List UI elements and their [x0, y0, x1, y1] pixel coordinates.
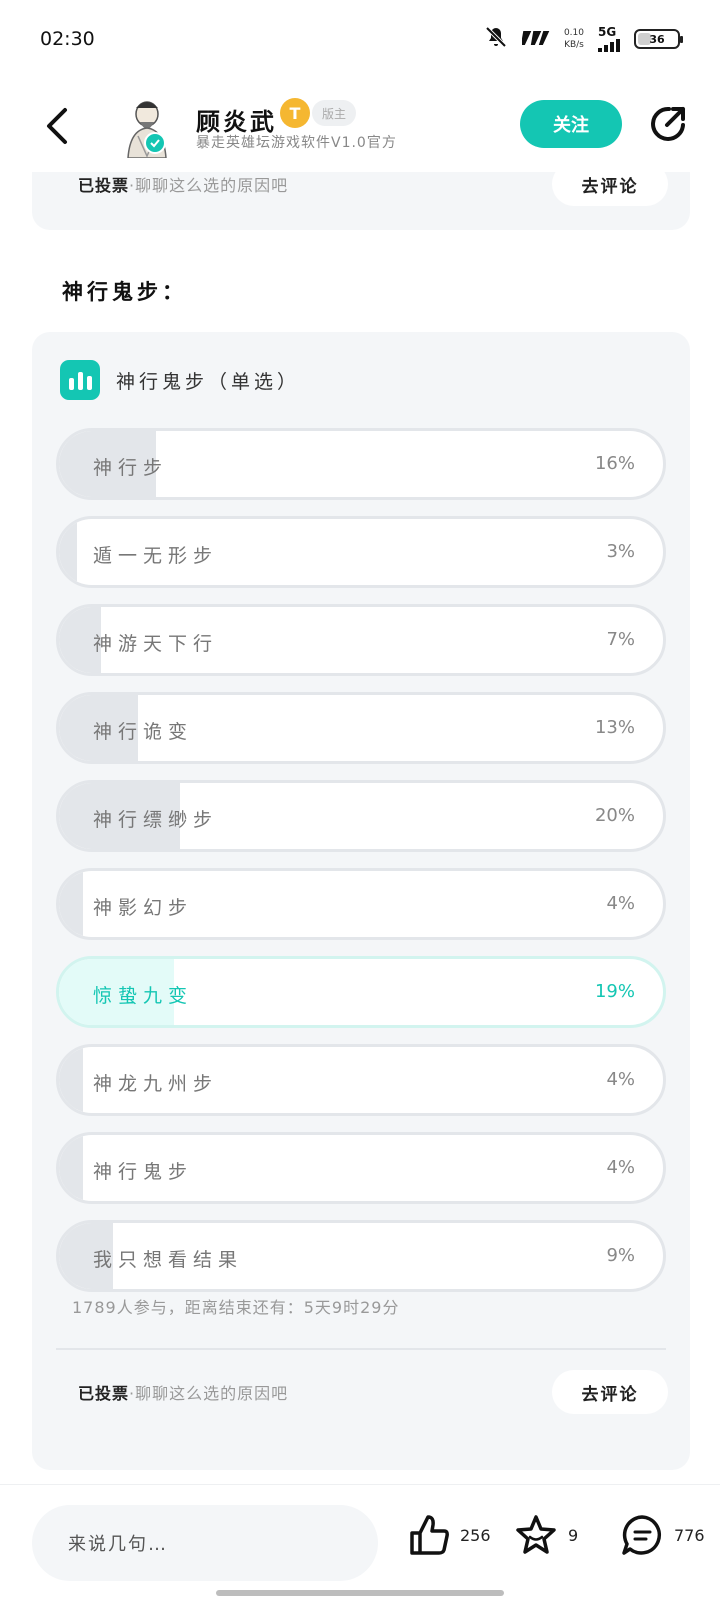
section-title: 神行鬼步： [62, 280, 187, 304]
net-speed-value: 0.10 [563, 28, 584, 38]
poll-option-percent: 7% [606, 629, 635, 650]
poll-options: 神行步 16% 遁一无形步 3% 神游天下行 7% 神行诡变 13% 神行缥缈步 20% 神影幻步 4… [56, 428, 666, 1308]
home-indicator [216, 1590, 504, 1596]
status-icons: 0.10 KB/s 5G 36 [484, 25, 683, 53]
poll-option-percent: 4% [606, 1157, 635, 1178]
divider [56, 1348, 666, 1350]
poll-option-percent: 4% [606, 893, 635, 914]
poll-option-label: 神龙九州步 [93, 1073, 219, 1095]
net-speed: 0.10 KB/s [564, 27, 584, 51]
like-count: 256 [460, 1525, 491, 1545]
status-bar: 02:30 0.10 KB/s 5G 36 [0, 0, 720, 78]
poll-option-percent: 3% [606, 541, 635, 562]
poll-option-label: 神行鬼步 [93, 1161, 194, 1183]
share-icon [651, 106, 685, 141]
poll-stats: 1789人参与，距离结束还有：5天9时29分 [72, 1298, 400, 1317]
go-comment-button[interactable]: 去评论 [552, 1370, 668, 1414]
battery-icon: 36 [634, 29, 683, 49]
back-button[interactable] [36, 102, 76, 150]
poll-option-label: 惊蛰九变 [93, 985, 194, 1007]
voted-suffix: ·聊聊这么选的原因吧 [129, 1384, 289, 1403]
favorite-button[interactable]: 9 [514, 1513, 578, 1557]
poll-option[interactable]: 神行诡变 13% [56, 692, 666, 764]
voted-prefix: 已投票 [78, 1384, 130, 1403]
favorite-count: 9 [568, 1525, 579, 1545]
comment-input[interactable]: 来说几句… [32, 1505, 378, 1581]
mute-icon [484, 25, 508, 53]
poll-chart-icon [60, 360, 100, 400]
vote-footer: 已投票·聊聊这么选的原因吧 去评论 [78, 1370, 668, 1414]
star-icon [516, 1515, 556, 1554]
comment-count: 776 [674, 1525, 705, 1545]
poll-option[interactable]: 我只想看结果 9% [56, 1220, 666, 1292]
voted-note: 已投票·聊聊这么选的原因吧 [78, 172, 288, 196]
network-indicator: 5G [598, 26, 620, 52]
poll-option[interactable]: 惊蛰九变 19% [56, 956, 666, 1028]
app-logo-icon [520, 27, 550, 51]
battery-level: 36 [649, 32, 665, 46]
poll-card: 神行鬼步（单选） 神行步 16% 遁一无形步 3% 神游天下行 7% 神行诡变 13% 神行缥缈… [32, 332, 690, 1470]
follow-button[interactable]: 关注 [520, 100, 622, 148]
poll-option[interactable]: 神行步 16% [56, 428, 666, 500]
signal-icon [598, 38, 620, 52]
poll-option[interactable]: 神行鬼步 4% [56, 1132, 666, 1204]
poll-option-label: 神行步 [93, 457, 169, 479]
poll-option-percent: 4% [606, 1069, 635, 1090]
poll-option-percent: 16% [594, 453, 635, 474]
voted-note: 已投票·聊聊这么选的原因吧 [78, 1380, 288, 1404]
poll-option-label: 神游天下行 [93, 633, 219, 655]
voted-prefix: 已投票 [78, 176, 130, 195]
comment-button[interactable]: 776 [620, 1513, 705, 1557]
poll-option-fill [59, 1135, 84, 1201]
poll-option[interactable]: 遁一无形步 3% [56, 516, 666, 588]
post-header: 顾炎武 T 版主 暴走英雄坛游戏软件V1.0官方 关注 [0, 84, 720, 172]
level-badge: T [280, 98, 310, 128]
post-detail-page: 02:30 0.10 KB/s 5G 36 已投票·聊聊这么选的原因吧 去评论 … [0, 0, 720, 1600]
verified-badge-icon [144, 132, 166, 154]
poll-option-percent: 19% [594, 981, 635, 1002]
poll-option[interactable]: 神游天下行 7% [56, 604, 666, 676]
poll-option[interactable]: 神龙九州步 4% [56, 1044, 666, 1116]
poll-option-percent: 9% [606, 1245, 635, 1266]
poll-option-label: 我只想看结果 [93, 1249, 244, 1271]
poll-option-label: 神行缥缈步 [93, 809, 219, 831]
moderator-tag: 版主 [312, 100, 357, 126]
status-time: 02:30 [40, 28, 95, 50]
poll-option-fill [59, 519, 78, 585]
net-speed-unit: KB/s [564, 40, 584, 50]
poll-option[interactable]: 神影幻步 4% [56, 868, 666, 940]
poll-option-percent: 13% [594, 717, 635, 738]
user-description: 暴走英雄坛游戏软件V1.0官方 [196, 135, 397, 151]
share-button[interactable] [646, 102, 690, 146]
poll-option-label: 神影幻步 [93, 897, 194, 919]
poll-option-fill [59, 871, 84, 937]
network-type: 5G [598, 25, 617, 39]
bottom-action-bar: 来说几句… 256 9 776 [0, 1484, 720, 1600]
comment-icon [622, 1515, 662, 1555]
poll-title: 神行鬼步（单选） [116, 370, 301, 393]
poll-option-label: 遁一无形步 [93, 545, 219, 567]
like-button[interactable]: 256 [406, 1513, 491, 1557]
voted-suffix: ·聊聊这么选的原因吧 [129, 176, 289, 195]
poll-header: 神行鬼步（单选） [60, 360, 300, 400]
poll-option[interactable]: 神行缥缈步 20% [56, 780, 666, 852]
poll-option-fill [59, 1047, 84, 1113]
poll-option-percent: 20% [594, 805, 635, 826]
poll-option-label: 神行诡变 [93, 721, 194, 743]
chevron-left-icon [47, 108, 67, 144]
thumbs-up-icon [410, 1515, 449, 1555]
